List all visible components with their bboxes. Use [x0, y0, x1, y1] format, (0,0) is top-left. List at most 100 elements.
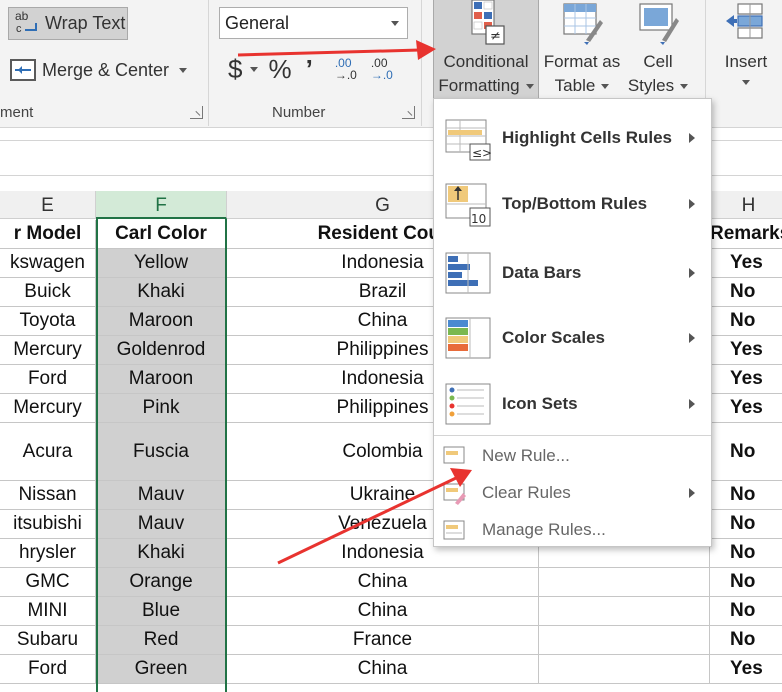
column-header-e[interactable]: E — [0, 191, 96, 219]
cell-remarks[interactable]: No — [710, 481, 782, 509]
cell-model[interactable]: itsubishi — [0, 510, 96, 538]
increase-decimal-bottom: →.0 — [334, 68, 357, 82]
menu-item-new-rule[interactable]: New Rule... — [434, 439, 711, 473]
cell-remarks[interactable]: Yes — [710, 336, 782, 364]
increase-decimal-button[interactable]: .00 →.0 — [335, 57, 357, 81]
cell-color[interactable]: Orange — [96, 568, 227, 596]
cell-remarks[interactable]: No — [710, 307, 782, 335]
cell-remarks[interactable]: No — [710, 510, 782, 538]
cell-remarks[interactable]: Yes — [710, 655, 782, 683]
menu-separator — [434, 435, 711, 436]
cell-blank[interactable] — [539, 568, 710, 596]
menu-label-iconsets: Icon Sets — [502, 394, 578, 413]
menu-item-highlight-cells-rules[interactable]: ≤> Highlight Cells Rules — [434, 109, 711, 167]
header-cell-color[interactable]: Carl Color — [96, 220, 227, 248]
cell-model[interactable]: Buick — [0, 278, 96, 306]
cell-country[interactable]: China — [227, 597, 539, 625]
cell-remarks[interactable]: No — [710, 539, 782, 567]
alignment-launcher-icon[interactable] — [190, 106, 203, 119]
menu-label-clearrules: Clear Rules — [482, 483, 571, 502]
cell-model[interactable]: Nissan — [0, 481, 96, 509]
svg-text:≠: ≠ — [490, 29, 501, 44]
cell-model[interactable]: Mercury — [0, 336, 96, 364]
menu-item-top-bottom-rules[interactable]: 10 Top/Bottom Rules — [434, 175, 711, 233]
cell-remarks[interactable]: No — [710, 626, 782, 654]
cell-remarks[interactable]: Yes — [710, 394, 782, 422]
cell-model[interactable]: Subaru — [0, 626, 96, 654]
menu-item-icon-sets[interactable]: Icon Sets — [434, 375, 711, 433]
number-format-select[interactable]: General — [219, 7, 408, 39]
cell-remarks[interactable]: Yes — [710, 249, 782, 277]
cell-remarks[interactable]: Yes — [710, 365, 782, 393]
color-scales-icon — [445, 317, 491, 359]
percent-button[interactable]: % — [268, 54, 291, 85]
column-header-f[interactable]: F — [96, 191, 227, 219]
cell-color[interactable]: Goldenrod — [96, 336, 227, 364]
wrap-text-button[interactable]: ab c Wrap Text — [8, 7, 128, 40]
cell-blank[interactable] — [539, 655, 710, 683]
cell-model[interactable]: kswagen — [0, 249, 96, 277]
cell-model[interactable]: Ford — [0, 365, 96, 393]
cell-blank[interactable] — [539, 597, 710, 625]
cell-color[interactable]: Blue — [96, 597, 227, 625]
chevron-down-icon[interactable] — [391, 21, 399, 26]
decrease-decimal-button[interactable]: .00 →.0 — [371, 57, 393, 81]
number-format-buttons: $ % ’ .00 →.0 .00 →.0 — [228, 52, 393, 86]
chevron-down-icon — [525, 83, 534, 89]
cell-color[interactable]: Khaki — [96, 539, 227, 567]
comma-style-button[interactable]: ’ — [306, 54, 313, 85]
currency-button[interactable]: $ — [228, 54, 242, 85]
menu-item-color-scales[interactable]: Color Scales — [434, 309, 711, 367]
chevron-right-icon — [689, 133, 695, 143]
cell-color[interactable]: Yellow — [96, 249, 227, 277]
number-launcher-icon[interactable] — [402, 106, 415, 119]
cell-color[interactable]: Green — [96, 655, 227, 683]
cell-color[interactable]: Fuscia — [96, 423, 227, 480]
cell-country[interactable]: France — [227, 626, 539, 654]
conditional-formatting-button[interactable]: ≠ Conditional Formatting — [433, 0, 539, 99]
cell-remarks[interactable]: No — [710, 597, 782, 625]
format-as-table-button[interactable]: Format as Table — [541, 0, 623, 98]
insert-button[interactable]: Insert — [714, 0, 778, 85]
icon-sets-icon — [445, 383, 491, 425]
cell-color[interactable]: Maroon — [96, 365, 227, 393]
cell-color[interactable]: Mauv — [96, 510, 227, 538]
table-row: MINI Blue China No — [0, 597, 782, 626]
cell-model[interactable]: Ford — [0, 655, 96, 683]
cell-remarks[interactable]: No — [710, 568, 782, 596]
cell-blank[interactable] — [539, 626, 710, 654]
cell-model[interactable]: hrysler — [0, 539, 96, 567]
cell-model[interactable]: Toyota — [0, 307, 96, 335]
column-header-h[interactable]: H — [710, 191, 782, 219]
manage-rules-icon — [443, 520, 465, 540]
format-as-table-label-2-text: Table — [554, 76, 596, 95]
cell-remarks[interactable]: No — [710, 423, 782, 480]
cell-color[interactable]: Khaki — [96, 278, 227, 306]
cell-color[interactable]: Red — [96, 626, 227, 654]
chevron-down-icon[interactable] — [250, 66, 259, 72]
cell-model[interactable]: Acura — [0, 423, 96, 480]
cell-styles-icon — [639, 3, 679, 45]
menu-item-manage-rules[interactable]: Manage Rules... — [434, 513, 711, 547]
cell-color[interactable]: Pink — [96, 394, 227, 422]
cell-color[interactable]: Maroon — [96, 307, 227, 335]
cell-remarks[interactable]: No — [710, 278, 782, 306]
data-bars-icon — [445, 252, 491, 294]
cell-model[interactable]: Mercury — [0, 394, 96, 422]
cell-country[interactable]: China — [227, 655, 539, 683]
header-cell-remarks[interactable]: Remarks — [710, 220, 782, 248]
cell-color[interactable]: Mauv — [96, 481, 227, 509]
cell-country[interactable]: China — [227, 568, 539, 596]
cell-model[interactable]: MINI — [0, 597, 96, 625]
merge-center-label: Merge & Center — [42, 59, 170, 80]
cell-styles-button[interactable]: Cell Styles — [625, 0, 691, 98]
chevron-right-icon — [689, 199, 695, 209]
menu-item-data-bars[interactable]: Data Bars — [434, 244, 711, 302]
chevron-down-icon[interactable] — [179, 67, 188, 73]
cell-styles-label-2: Styles — [628, 74, 689, 98]
conditional-formatting-label-2: Formatting — [438, 74, 534, 98]
cell-model[interactable]: GMC — [0, 568, 96, 596]
header-cell-model[interactable]: r Model — [0, 220, 96, 248]
menu-item-clear-rules[interactable]: Clear Rules — [434, 476, 711, 510]
merge-center-button[interactable]: Merge & Center — [10, 55, 188, 85]
